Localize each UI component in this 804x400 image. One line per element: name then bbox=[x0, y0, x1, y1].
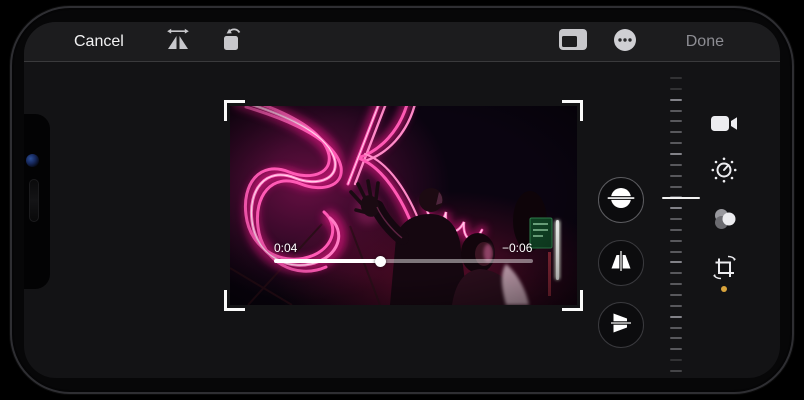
dial-tick bbox=[670, 337, 682, 339]
horizontal-perspective-button[interactable] bbox=[598, 302, 644, 348]
dial-tick bbox=[670, 261, 682, 263]
dial-tick bbox=[670, 359, 682, 361]
scrubber-track[interactable] bbox=[274, 259, 533, 263]
straighten-button[interactable] bbox=[598, 177, 644, 223]
dial-tick bbox=[670, 110, 682, 112]
rotate-button[interactable] bbox=[215, 24, 251, 60]
dial-tick bbox=[670, 175, 682, 177]
page: Cancel bbox=[0, 0, 804, 400]
dial-tick bbox=[670, 229, 682, 231]
straighten-dial-ruler[interactable] bbox=[670, 77, 682, 372]
crop-handle-bottom-left[interactable] bbox=[224, 290, 245, 311]
dial-tick bbox=[670, 316, 682, 318]
notch bbox=[24, 114, 50, 289]
done-button[interactable]: Done bbox=[686, 22, 724, 62]
dial-tick bbox=[670, 88, 682, 90]
rotate-counterclockwise-icon bbox=[221, 27, 245, 58]
video-preview[interactable]: 0:04 −0:06 bbox=[230, 106, 577, 305]
mode-adjust-button[interactable] bbox=[706, 154, 742, 190]
front-camera bbox=[26, 154, 39, 167]
aspect-ratio-button[interactable] bbox=[555, 24, 591, 60]
vertical-perspective-icon bbox=[608, 248, 634, 279]
dial-tick bbox=[670, 142, 682, 144]
dial-tick bbox=[670, 99, 682, 101]
scrubber-played-bar bbox=[274, 259, 380, 263]
elapsed-time-label: 0:04 bbox=[274, 241, 297, 255]
dial-tick bbox=[670, 186, 682, 188]
dial-tick bbox=[670, 240, 682, 242]
dial-tick bbox=[670, 164, 682, 166]
dial-tick bbox=[670, 272, 682, 274]
dial-tick bbox=[670, 294, 682, 296]
vertical-perspective-button[interactable] bbox=[598, 240, 644, 286]
video-frame-art bbox=[230, 106, 577, 305]
earpiece-speaker bbox=[29, 179, 39, 222]
top-toolbar: Cancel bbox=[24, 22, 780, 62]
video-camera-icon bbox=[711, 115, 738, 137]
aspect-ratio-icon bbox=[558, 28, 588, 57]
dial-tick bbox=[670, 327, 682, 329]
cancel-button[interactable]: Cancel bbox=[74, 22, 124, 62]
adjust-dial-icon bbox=[711, 157, 737, 188]
dial-tick bbox=[670, 207, 682, 209]
remaining-time-label: −0:06 bbox=[502, 241, 532, 255]
dial-tick bbox=[670, 251, 682, 253]
dial-tick bbox=[670, 218, 682, 220]
dial-tick bbox=[670, 77, 682, 79]
dial-tick bbox=[670, 305, 682, 307]
filters-icon bbox=[712, 207, 737, 236]
dial-tick bbox=[670, 120, 682, 122]
mode-video-button[interactable] bbox=[706, 108, 742, 144]
scrubber-thumb[interactable] bbox=[375, 256, 386, 267]
dial-tick bbox=[670, 131, 682, 133]
mode-filters-button[interactable] bbox=[706, 203, 742, 239]
dial-tick bbox=[670, 283, 682, 285]
ellipsis-icon bbox=[613, 28, 637, 57]
crop-handle-top-right[interactable] bbox=[562, 100, 583, 121]
dial-tick bbox=[670, 348, 682, 350]
crop-edited-indicator-dot bbox=[721, 286, 727, 292]
screen: Cancel bbox=[24, 22, 780, 378]
flip-horizontal-icon bbox=[165, 28, 191, 57]
mode-crop-button[interactable] bbox=[706, 252, 742, 288]
horizontal-perspective-icon bbox=[608, 310, 634, 341]
crop-rotate-icon bbox=[711, 254, 738, 286]
dial-tick bbox=[670, 370, 682, 372]
more-options-button[interactable] bbox=[607, 24, 643, 60]
straighten-icon bbox=[606, 183, 636, 218]
dial-tick bbox=[670, 153, 682, 155]
flip-horizontal-button[interactable] bbox=[160, 24, 196, 60]
crop-handle-bottom-right[interactable] bbox=[562, 290, 583, 311]
crop-handle-top-left[interactable] bbox=[224, 100, 245, 121]
iphone-frame: Cancel bbox=[10, 6, 794, 394]
